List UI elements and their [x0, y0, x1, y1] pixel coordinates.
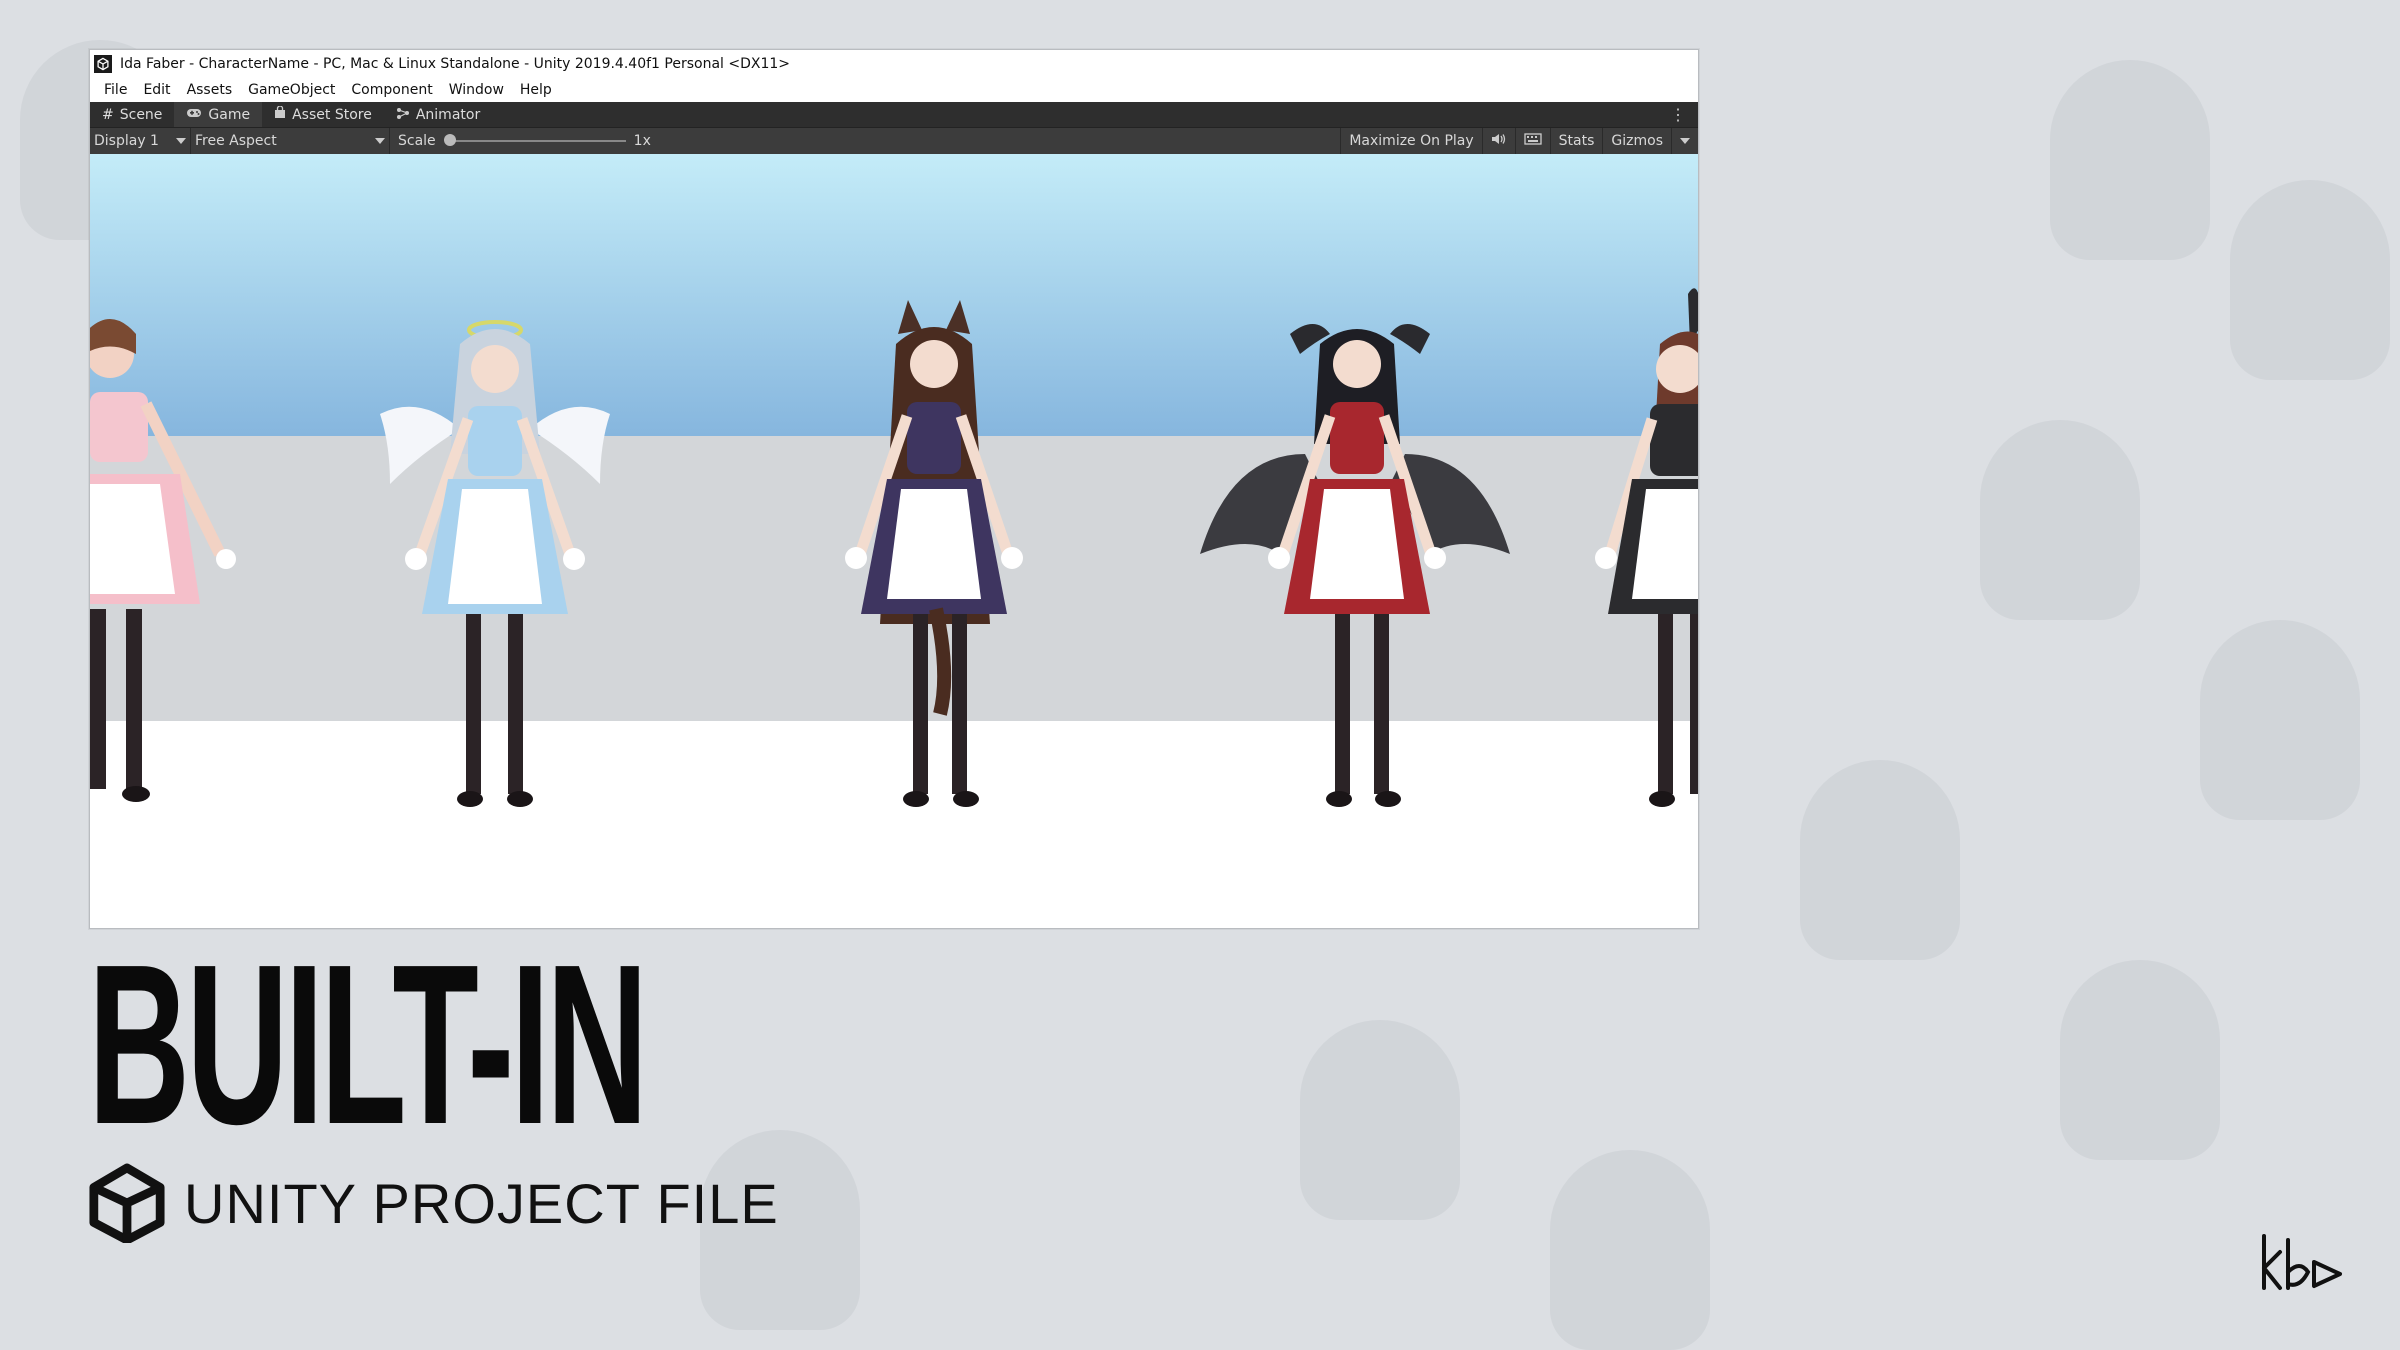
- tab-scene[interactable]: # Scene: [90, 102, 174, 127]
- bag-icon: [274, 105, 286, 123]
- vsync-button[interactable]: [1514, 128, 1550, 154]
- animator-icon: [396, 107, 410, 123]
- stats-label: Stats: [1558, 133, 1595, 149]
- window-title: Ida Faber - CharacterName - PC, Mac & Li…: [120, 56, 791, 72]
- keyboard-icon: [1524, 133, 1542, 149]
- stats-button[interactable]: Stats: [1549, 128, 1603, 154]
- menu-component[interactable]: Component: [343, 82, 440, 98]
- tab-label: Asset Store: [292, 106, 372, 123]
- menu-gameobject[interactable]: GameObject: [240, 82, 343, 98]
- subline: UNITY PROJECT FILE: [88, 1163, 779, 1243]
- tab-asset-store[interactable]: Asset Store: [262, 102, 384, 127]
- tab-label: Game: [208, 106, 251, 123]
- menu-edit[interactable]: Edit: [135, 82, 178, 98]
- toolbar-right-group: Maximize On Play Stats Gizmos: [1340, 128, 1698, 154]
- unity-logo-icon: [89, 1163, 165, 1243]
- chevron-down-icon: [176, 138, 186, 144]
- game-viewport[interactable]: [90, 154, 1698, 927]
- grid-icon: #: [102, 106, 114, 123]
- aspect-label: Free Aspect: [195, 133, 277, 149]
- menu-window[interactable]: Window: [441, 82, 512, 98]
- unity-editor-window: Ida Faber - CharacterName - PC, Mac & Li…: [89, 49, 1699, 929]
- tab-animator[interactable]: Animator: [384, 102, 492, 127]
- tab-label: Animator: [415, 106, 481, 123]
- speaker-icon: [1491, 133, 1507, 149]
- title-bar: Ida Faber - CharacterName - PC, Mac & Li…: [90, 50, 1698, 78]
- chevron-down-icon: [1680, 138, 1690, 144]
- scale-label: Scale: [398, 133, 436, 149]
- gizmos-button[interactable]: Gizmos: [1602, 128, 1671, 154]
- headline: BUILT-IN: [88, 918, 648, 1172]
- maximize-on-play-button[interactable]: Maximize On Play: [1340, 128, 1481, 154]
- tab-bar: # Scene Game Asset Store Animator ⋮: [90, 102, 1698, 127]
- aspect-dropdown[interactable]: Free Aspect: [191, 128, 390, 154]
- scale-slider-handle[interactable]: [443, 134, 456, 146]
- gizmos-dropdown[interactable]: [1671, 128, 1698, 154]
- more-options-icon[interactable]: ⋮: [1670, 102, 1686, 127]
- chevron-down-icon: [375, 138, 385, 144]
- mute-audio-button[interactable]: [1481, 128, 1515, 154]
- game-render: [90, 154, 1698, 927]
- tab-game[interactable]: Game: [174, 102, 263, 127]
- unity-logo-icon: [94, 55, 112, 73]
- scale-value: 1x: [633, 133, 651, 149]
- scale-slider[interactable]: [443, 134, 626, 146]
- menu-file[interactable]: File: [96, 82, 135, 98]
- maximize-label: Maximize On Play: [1349, 133, 1474, 149]
- scale-control: Scale 1x: [390, 128, 651, 154]
- floor: [90, 721, 1698, 927]
- menu-assets[interactable]: Assets: [179, 82, 241, 98]
- tab-label: Scene: [119, 106, 163, 123]
- display-dropdown[interactable]: Display 1: [90, 128, 191, 154]
- gizmos-label: Gizmos: [1611, 133, 1663, 149]
- menu-bar: File Edit Assets GameObject Component Wi…: [90, 78, 1698, 102]
- brand-logo: [2262, 1234, 2342, 1290]
- game-view-toolbar: Display 1 Free Aspect Scale 1x Maximize …: [90, 127, 1698, 154]
- gamepad-icon: [186, 107, 202, 123]
- subline-text: UNITY PROJECT FILE: [184, 1171, 779, 1235]
- menu-help[interactable]: Help: [512, 82, 560, 98]
- display-label: Display 1: [94, 133, 159, 149]
